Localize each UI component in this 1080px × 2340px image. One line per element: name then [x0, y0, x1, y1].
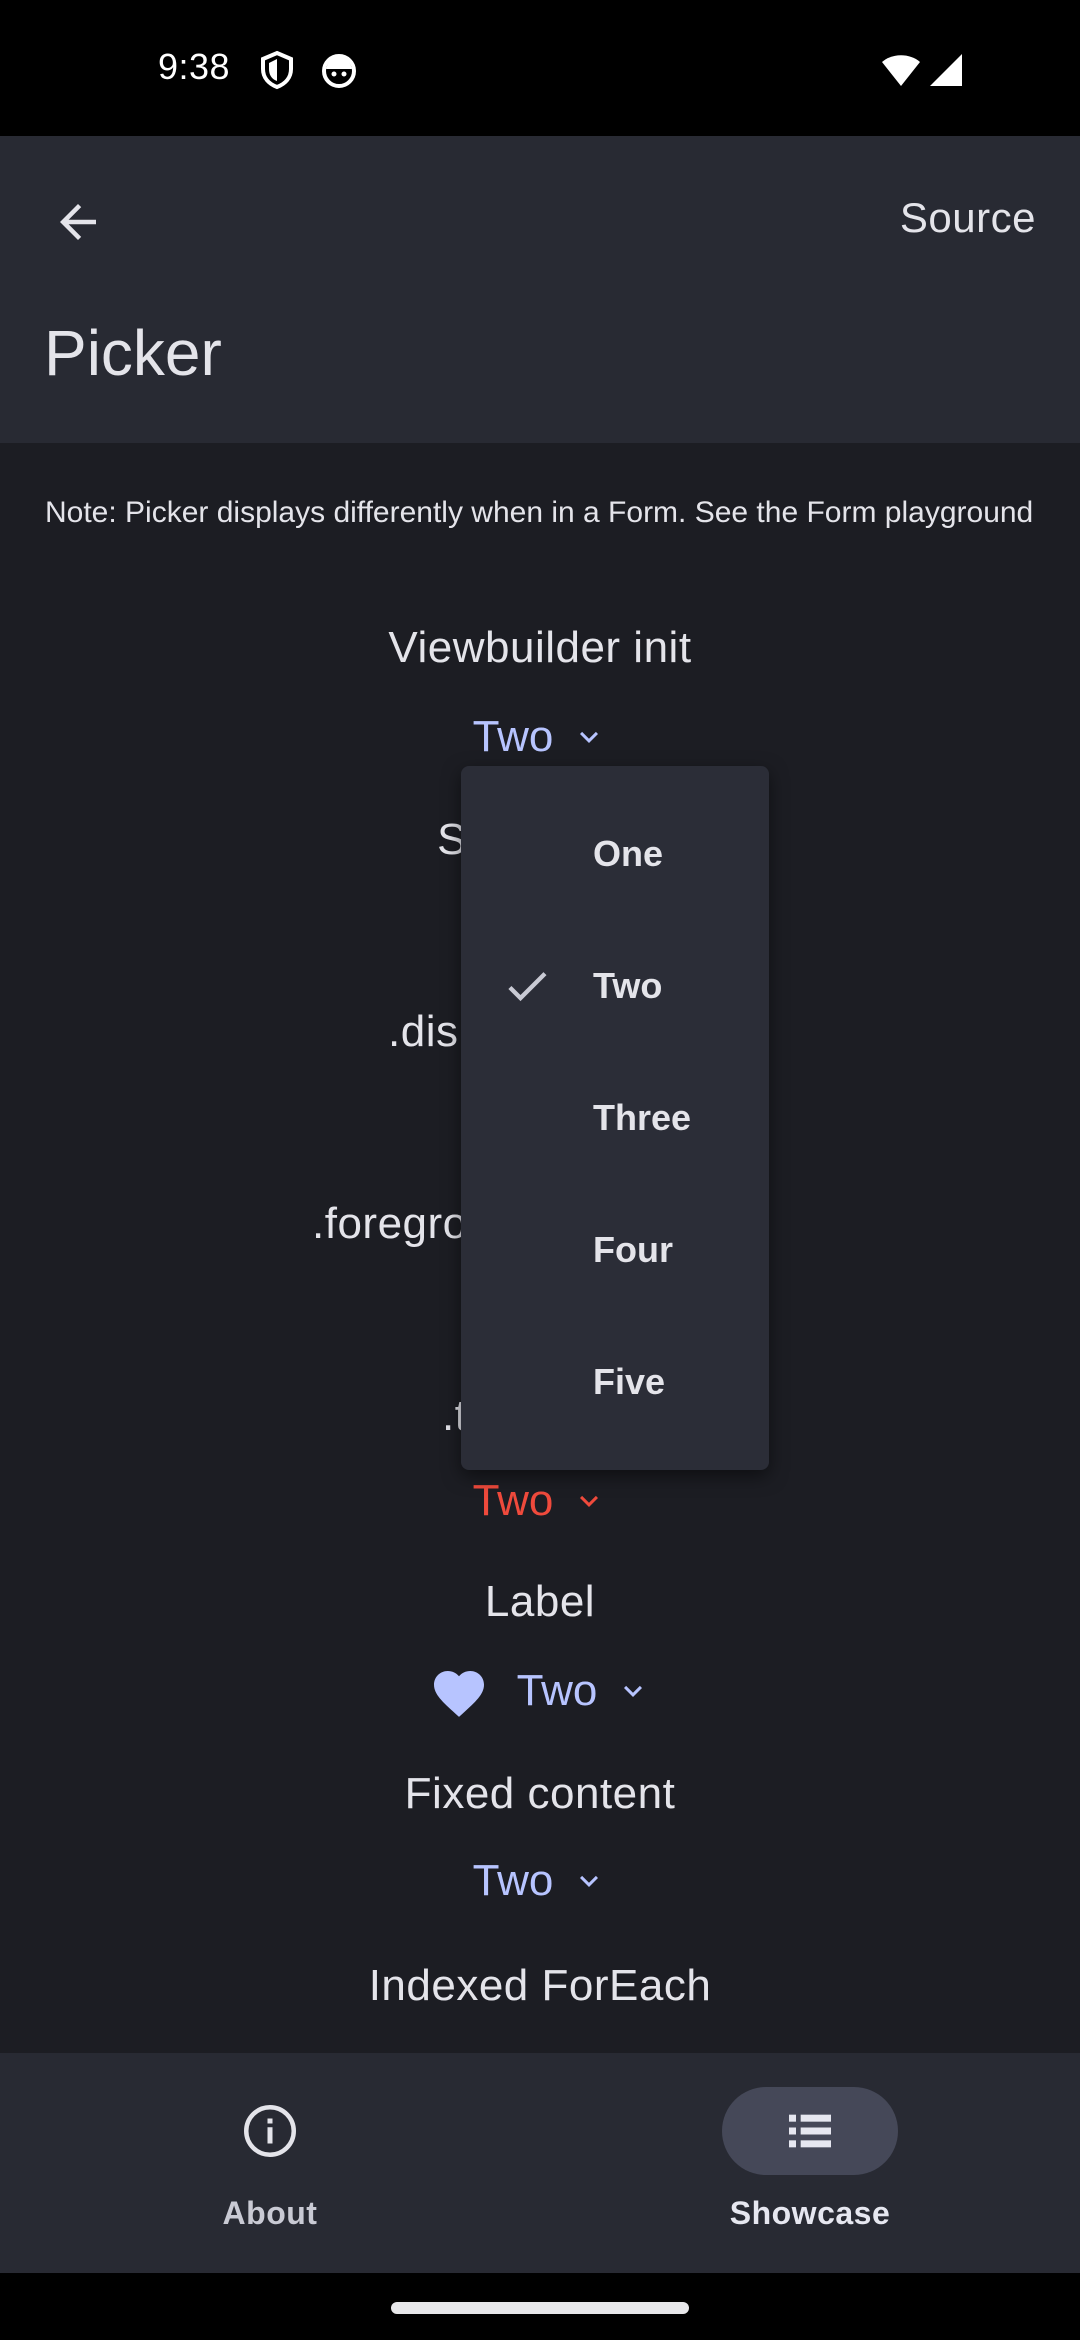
- checkmark-icon: [508, 972, 547, 1002]
- gesture-navigation-area: [0, 2273, 1080, 2340]
- list-icon: [789, 2114, 831, 2148]
- heart-icon: [433, 1671, 484, 1717]
- menu-item-four[interactable]: Four: [461, 1184, 769, 1316]
- menu-item-two[interactable]: Two: [461, 920, 769, 1052]
- nav-item-showcase[interactable]: Showcase: [540, 2053, 1080, 2273]
- chevron-down-icon: [580, 731, 599, 743]
- nav-icon-container: [722, 2087, 898, 2175]
- source-button[interactable]: Source: [900, 194, 1036, 242]
- gesture-handle[interactable]: [391, 2302, 689, 2314]
- back-button[interactable]: [30, 174, 126, 270]
- chevron-down-icon: [624, 1685, 643, 1697]
- wifi-icon: [882, 55, 920, 86]
- picker-viewbuilder-init[interactable]: Two: [0, 707, 1080, 767]
- picker-dropdown-menu: One Two Three Four Five: [461, 766, 769, 1470]
- nav-label-about: About: [222, 2195, 318, 2231]
- nav-label-showcase: Showcase: [729, 2195, 891, 2231]
- status-time: 9:38: [158, 46, 231, 87]
- section-label-viewbuilder-init: Viewbuilder init: [388, 623, 692, 672]
- top-app-bar: Source Picker: [0, 136, 1080, 443]
- chevron-down-icon: [580, 1875, 599, 1887]
- page-title: Picker: [44, 317, 222, 389]
- note-text: Note: Picker displays differently when i…: [45, 496, 1034, 529]
- picker-value: Two: [472, 712, 554, 761]
- menu-item-one[interactable]: One: [461, 788, 769, 920]
- screen: 9:38 Source Picker Note: Picker displays…: [0, 0, 1080, 2340]
- picker-tint-red[interactable]: Two: [0, 1471, 1080, 1531]
- chevron-down-icon: [580, 1495, 599, 1507]
- picker-value: Two: [516, 1666, 598, 1715]
- nav-icon-container: [182, 2087, 358, 2175]
- section-label-indexed-foreach: Indexed ForEach: [368, 1961, 712, 2010]
- info-icon: [244, 2105, 296, 2157]
- picker-value: Two: [472, 1856, 554, 1905]
- picker-value: Two: [472, 1476, 554, 1525]
- picker-fixed-content[interactable]: Two: [0, 1851, 1080, 1911]
- signal-icon: [930, 54, 962, 86]
- menu-item-three[interactable]: Three: [461, 1052, 769, 1184]
- android-face-icon: [322, 54, 356, 88]
- nav-item-about[interactable]: About: [0, 2053, 540, 2273]
- arrow-left-icon: [60, 204, 96, 240]
- section-label-fixed-content: Fixed content: [404, 1769, 676, 1818]
- menu-item-five[interactable]: Five: [461, 1316, 769, 1448]
- shield-icon: [261, 50, 293, 90]
- picker-label[interactable]: Two: [0, 1659, 1080, 1723]
- section-label-label: Label: [484, 1577, 596, 1626]
- bottom-navigation: About Showcase: [0, 2053, 1080, 2273]
- status-bar: 9:38: [0, 0, 1080, 136]
